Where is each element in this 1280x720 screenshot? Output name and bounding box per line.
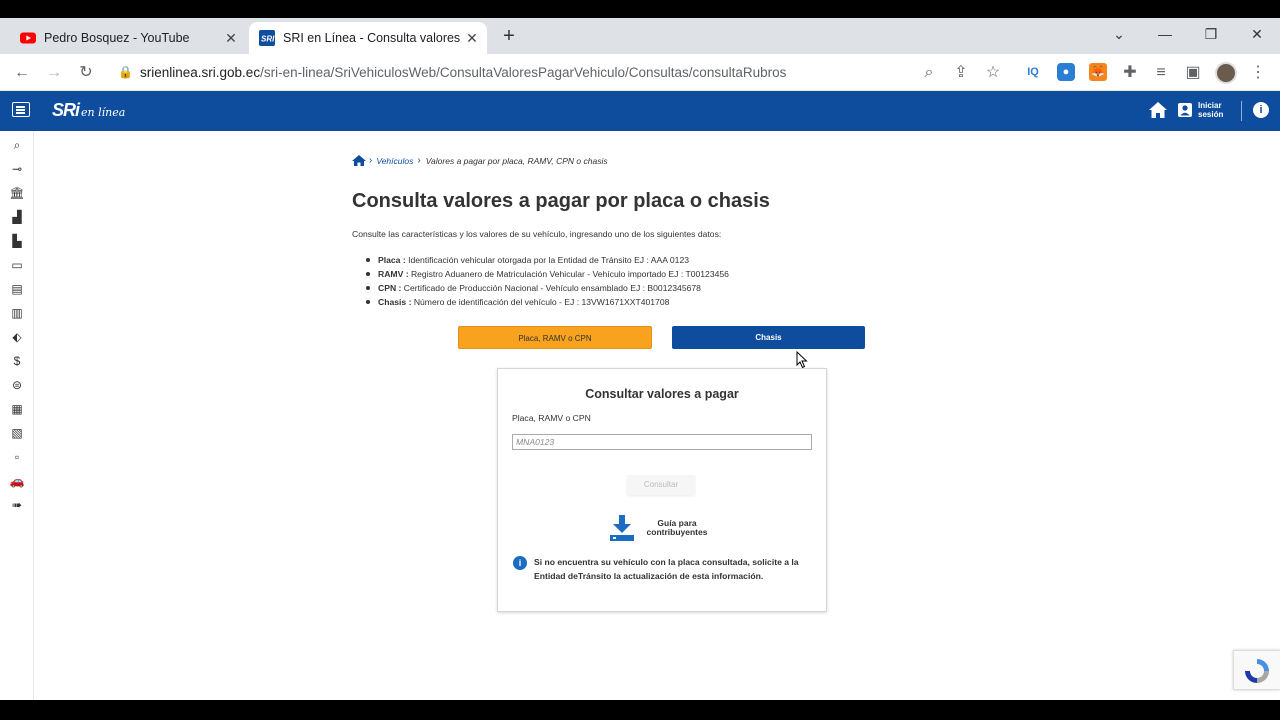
browser-window: Pedro Bosquez - YouTube ✕ SRI SRI en Lín… bbox=[0, 18, 1280, 700]
data-types-list: Placa : Identificación vehicular otorgad… bbox=[366, 253, 729, 309]
header-divider bbox=[1241, 101, 1242, 121]
restore-button[interactable]: ❐ bbox=[1199, 26, 1223, 46]
youtube-icon bbox=[20, 32, 36, 44]
list-item: Chasis : Número de identificación del ve… bbox=[366, 295, 729, 309]
close-tab-icon[interactable]: ✕ bbox=[222, 30, 240, 47]
receipt-icon[interactable]: ▧ bbox=[9, 426, 25, 440]
bank-icon[interactable]: 🏛 bbox=[9, 186, 25, 200]
page-title: Consulta valores a pagar por placa o cha… bbox=[352, 190, 770, 212]
reading-list-icon[interactable]: ≡ bbox=[1150, 62, 1172, 84]
note-text: Si no encuentra su vehículo con la placa… bbox=[534, 557, 799, 581]
tab-strip: Pedro Bosquez - YouTube ✕ SRI SRI en Lín… bbox=[0, 18, 1280, 54]
back-icon[interactable]: ← bbox=[11, 62, 33, 84]
consult-card: Consultar valores a pagar Placa, RAMV o … bbox=[497, 368, 827, 612]
list-item: Placa : Identificación vehicular otorgad… bbox=[366, 253, 729, 267]
side-panel-icon[interactable]: ▣ bbox=[1182, 62, 1204, 84]
field-label: Placa, RAMV o CPN bbox=[512, 413, 591, 423]
placa-ramv-cpn-button[interactable]: Placa, RAMV o CPN bbox=[458, 326, 652, 349]
new-tab-button[interactable]: + bbox=[498, 26, 520, 48]
tag-icon[interactable]: ⬖ bbox=[9, 330, 25, 344]
cards-icon[interactable]: ▦ bbox=[9, 402, 25, 416]
url-path: /sri-en-linea/SriVehiculosWeb/ConsultaVa… bbox=[260, 64, 787, 80]
breadcrumb-link[interactable]: Vehículos bbox=[376, 156, 413, 166]
doc-search-icon[interactable]: ▫ bbox=[9, 450, 25, 464]
search-icon[interactable]: ⌕ bbox=[9, 138, 25, 152]
profile-avatar[interactable] bbox=[1215, 62, 1237, 84]
zoom-icon[interactable]: ⌕ bbox=[918, 62, 940, 84]
factory-icon[interactable]: ▙ bbox=[9, 234, 25, 248]
sri-logo[interactable]: SRi en línea bbox=[52, 100, 125, 121]
tab-title: Pedro Bosquez - YouTube bbox=[44, 31, 190, 45]
sri-favicon-icon: SRI bbox=[259, 30, 275, 46]
info-icon[interactable]: i bbox=[1253, 102, 1269, 118]
placa-input[interactable] bbox=[512, 434, 812, 450]
svg-text:SRI: SRI bbox=[261, 35, 275, 44]
home-breadcrumb-icon[interactable] bbox=[352, 155, 366, 166]
intro-text: Consulte las características y los valor… bbox=[352, 229, 722, 239]
chasis-button[interactable]: Chasis bbox=[672, 326, 865, 349]
mouse-cursor-icon bbox=[796, 351, 808, 369]
bookmark-star-icon[interactable]: ☆ bbox=[982, 62, 1004, 84]
car-icon[interactable]: 🚗 bbox=[9, 474, 25, 488]
forward-icon[interactable]: → bbox=[43, 62, 65, 84]
dollar-icon[interactable]: $ bbox=[9, 354, 25, 368]
hamburger-menu-icon[interactable] bbox=[12, 102, 30, 117]
close-tab-icon[interactable]: ✕ bbox=[463, 30, 481, 47]
breadcrumb: › Vehículos › Valores a pagar por placa,… bbox=[352, 155, 608, 166]
screen-extension-icon[interactable]: ● bbox=[1057, 63, 1075, 81]
url-domain: srienlinea.sri.gob.ec bbox=[140, 64, 261, 80]
tab-youtube[interactable]: Pedro Bosquez - YouTube ✕ bbox=[8, 22, 246, 54]
close-window-button[interactable]: ✕ bbox=[1245, 26, 1269, 46]
breadcrumb-current: Valores a pagar por placa, RAMV, CPN o c… bbox=[425, 155, 608, 166]
minimize-button[interactable]: — bbox=[1153, 26, 1177, 46]
user-card-icon bbox=[1178, 103, 1192, 117]
chevron-right-icon: › bbox=[369, 155, 373, 166]
folder-icon[interactable]: ▭ bbox=[9, 258, 25, 272]
document-icon[interactable]: ▤ bbox=[9, 282, 25, 296]
reload-icon[interactable]: ↻ bbox=[75, 62, 97, 84]
chevron-right-icon: › bbox=[417, 155, 421, 166]
menu-dots-icon[interactable]: ⋮ bbox=[1247, 62, 1269, 84]
card-title: Consultar valores a pagar bbox=[585, 387, 739, 401]
buildings-icon[interactable]: ▟ bbox=[9, 210, 25, 224]
key-icon[interactable]: ⊸ bbox=[9, 162, 25, 176]
browser-toolbar: ← → ↻ 🔒 srienlinea.sri.gob.ec/sri-en-lin… bbox=[0, 54, 1280, 91]
iq-extension-icon[interactable]: IQ bbox=[1024, 63, 1042, 81]
home-icon[interactable] bbox=[1149, 102, 1167, 118]
list-item: RAMV : Registro Aduanero de Matriculació… bbox=[366, 267, 729, 281]
info-note: i Si no encuentra su vehículo con la pla… bbox=[513, 555, 813, 583]
extensions-icon[interactable]: ✚ bbox=[1119, 62, 1141, 84]
side-rail: ⌕ ⊸ 🏛 ▟ ▙ ▭ ▤ ▥ ⬖ $ ⊜ ▦ ▧ ▫ 🚗 ➠ bbox=[0, 131, 34, 700]
metamask-icon[interactable]: 🦊 bbox=[1089, 63, 1107, 81]
info-circle-icon: i bbox=[513, 556, 527, 570]
guide-download-link[interactable]: Guía para contribuyentes bbox=[610, 515, 710, 541]
tab-search-icon[interactable]: ⌄ bbox=[1107, 26, 1131, 46]
list-item: CPN : Certificado de Producción Nacional… bbox=[366, 281, 729, 295]
lock-icon: 🔒 bbox=[118, 65, 133, 79]
tab-title: SRI en Línea - Consulta valores a pagar bbox=[283, 31, 463, 45]
login-button[interactable]: Iniciar sesión bbox=[1178, 101, 1224, 119]
consultar-button[interactable]: Consultar bbox=[627, 475, 695, 495]
share-icon[interactable]: ⇪ bbox=[950, 62, 972, 84]
recaptcha-icon bbox=[1245, 659, 1269, 683]
recaptcha-badge[interactable] bbox=[1233, 650, 1280, 690]
sri-header: SRi en línea Iniciar sesión i bbox=[0, 91, 1280, 131]
coin-icon[interactable]: ⊜ bbox=[9, 378, 25, 392]
file-icon[interactable]: ▥ bbox=[9, 306, 25, 320]
tab-sri[interactable]: SRI SRI en Línea - Consulta valores a pa… bbox=[249, 22, 487, 54]
arrow-icon[interactable]: ➠ bbox=[9, 498, 25, 512]
download-icon bbox=[610, 515, 634, 541]
